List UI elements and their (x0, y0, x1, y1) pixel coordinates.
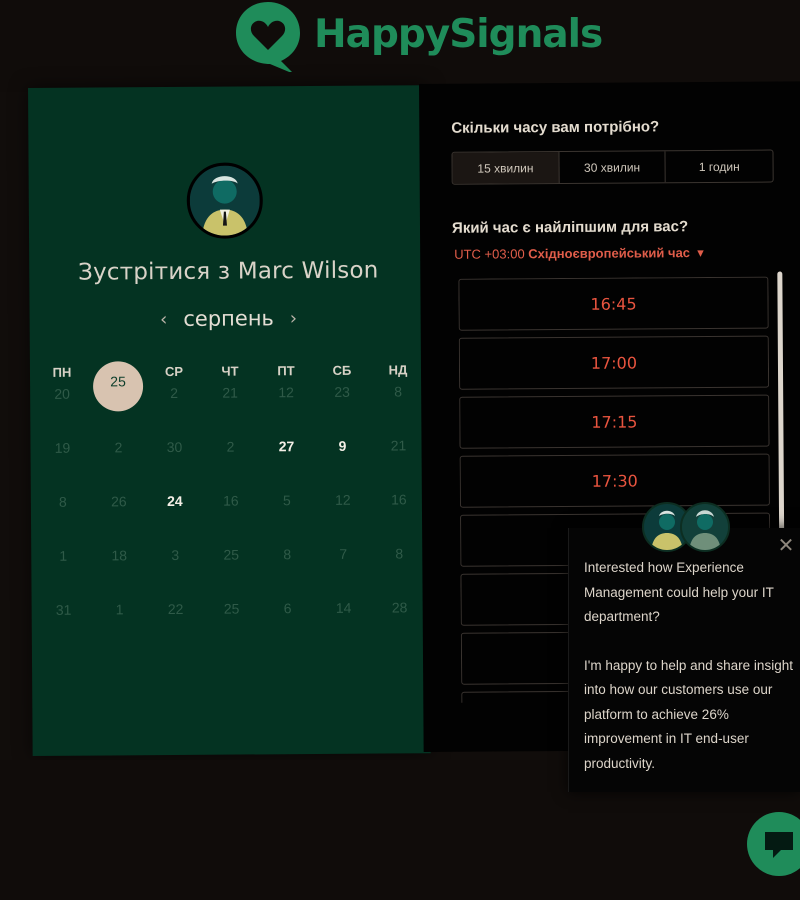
chat-message-1: Interested how Experience Management cou… (584, 560, 774, 624)
calendar-day[interactable]: 24 (147, 489, 203, 543)
calendar-day: 1 (115, 601, 124, 618)
current-month: серпень (183, 306, 274, 331)
calendar-day: 19 (54, 439, 71, 456)
calendar-day: 28 (391, 599, 408, 616)
heart-bubble-logo-icon (232, 0, 304, 74)
time-slot-button[interactable]: 17:15 (459, 394, 770, 449)
weekday-header: ПН ВТ СР ЧТ ПТ СБ НД (34, 362, 426, 380)
chat-launcher-button[interactable] (747, 812, 800, 876)
calendar-day: 14 (335, 599, 352, 616)
calendar-day: 6 (283, 600, 292, 617)
brand-logo[interactable]: HappySignals (232, 0, 603, 74)
time-slot-button[interactable]: 16:45 (458, 276, 769, 331)
calendar-grid: 20 25 2 21 12 23 8 19 2 30 2 27 9 21 8 26 24 16 5 12 16 1 18 3 2… (34, 373, 428, 652)
caret-down-icon: ▾ (693, 245, 704, 261)
weekday-label: СБ (332, 362, 352, 378)
month-navigator: ‹ серпень › (30, 305, 428, 332)
title-prefix: Зустрітися з (77, 258, 231, 286)
duration-question: Скільки часу вам потрібно? (451, 118, 660, 137)
calendar-day: 26 (111, 493, 127, 510)
duration-option[interactable]: 30 хвилин (559, 151, 667, 184)
calendar-day: 21 (390, 437, 407, 454)
close-icon[interactable]: ✕ (776, 536, 796, 556)
slot-list-scrollbar[interactable] (777, 271, 785, 552)
calendar-day: 1 (59, 547, 68, 564)
duration-option[interactable]: 15 хвилин (452, 152, 560, 184)
calendar-day: 2 (226, 438, 235, 455)
calendar-day: 3 (171, 546, 180, 564)
chat-bubble-icon (765, 832, 793, 858)
calendar-day: 7 (339, 545, 348, 562)
duration-option[interactable]: 1 годин (666, 151, 773, 183)
calendar-day: 22 (167, 600, 184, 618)
weekday-label: СР (164, 363, 184, 380)
calendar-day: 23 (334, 383, 350, 400)
calendar-day: 12 (335, 491, 351, 508)
timezone-selector[interactable]: UTC +03:00 Східноєвропейський час ▾ (454, 245, 704, 263)
agent-avatar (680, 502, 730, 552)
weekday-label: ЧТ (221, 363, 239, 379)
calendar-day[interactable]: 25 (90, 373, 146, 435)
chevron-right-icon[interactable]: › (290, 308, 297, 329)
time-question: Який час є найліпшим для вас? (451, 218, 689, 237)
calendar-day: 16 (223, 492, 239, 509)
chat-popup-message: Interested how Experience Management cou… (584, 556, 794, 776)
calendar-day: 8 (283, 546, 292, 563)
calendar-day: 18 (111, 547, 128, 564)
timezone-name: Східноєвропейський час (528, 245, 691, 262)
calendar-day: 21 (222, 384, 238, 401)
header-bar: HappySignals (0, 0, 800, 92)
duration-selector: 15 хвилин 30 хвилин 1 годин (451, 149, 774, 185)
calendar-day[interactable]: 9 (314, 434, 370, 488)
meeting-title: Зустрітися з Marc Wilson (29, 257, 427, 286)
calendar-day: 2 (114, 439, 123, 456)
calendar-day: 2 (170, 384, 179, 402)
calendar-day-number: 25 (110, 373, 126, 390)
calendar-day[interactable]: 27 (258, 434, 314, 488)
time-slot-button[interactable]: 17:00 (458, 335, 770, 390)
calendar-day: 8 (394, 383, 403, 400)
brand-name: HappySignals (314, 11, 603, 57)
weekday-label: НД (388, 362, 408, 378)
calendar-day: 25 (223, 600, 240, 617)
host-name: Marc Wilson (237, 257, 379, 285)
calendar-day: 12 (278, 384, 294, 401)
timezone-offset: UTC +03:00 (454, 246, 525, 262)
chat-message-2: I'm happy to help and share insight into… (584, 657, 793, 771)
calendar-day: 31 (55, 601, 72, 618)
calendar-day: 16 (391, 491, 407, 508)
time-slot-button[interactable]: 17:30 (459, 453, 770, 508)
booking-panel: Зустрітися з Marc Wilson ‹ серпень › ПН В… (28, 85, 431, 756)
calendar-day: 30 (166, 438, 183, 456)
weekday-label: ПТ (277, 363, 295, 379)
host-avatar (186, 162, 264, 239)
weekday-label: ПН (52, 364, 72, 380)
chevron-left-icon[interactable]: ‹ (160, 309, 167, 330)
calendar: ПН ВТ СР ЧТ ПТ СБ НД 20 25 2 21 12 23 8 19 2 30 2 27 9 21 8 2… (34, 362, 428, 652)
calendar-day: 8 (395, 545, 404, 562)
calendar-day: 8 (58, 493, 67, 510)
calendar-day: 20 (54, 385, 70, 402)
calendar-day: 5 (282, 492, 291, 509)
calendar-day: 25 (223, 546, 240, 563)
